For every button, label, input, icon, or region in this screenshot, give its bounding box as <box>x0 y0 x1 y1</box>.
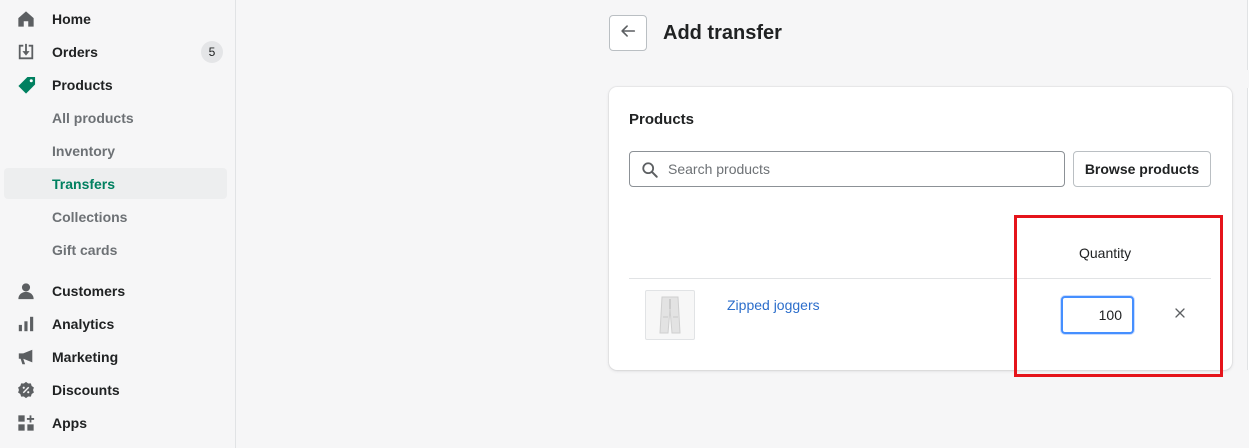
sidebar-item-home[interactable]: Home <box>4 3 227 34</box>
sidebar-item-label: Analytics <box>52 315 115 332</box>
discount-icon <box>16 380 36 400</box>
home-icon <box>16 9 36 29</box>
search-icon <box>641 161 659 184</box>
sidebar-item-inventory[interactable]: Inventory <box>4 135 227 166</box>
sidebar-item-label: All products <box>52 109 134 126</box>
sidebar-item-transfers[interactable]: Transfers <box>4 168 227 199</box>
search-input[interactable] <box>668 152 1058 186</box>
sidebar-item-customers[interactable]: Customers <box>4 275 227 306</box>
sidebar-item-label: Collections <box>52 208 128 225</box>
sidebar-item-marketing[interactable]: Marketing <box>4 341 227 372</box>
sidebar-item-analytics[interactable]: Analytics <box>4 308 227 339</box>
analytics-icon <box>16 314 36 334</box>
sidebar-item-label: Home <box>52 10 91 27</box>
page-title: Add transfer <box>663 22 782 44</box>
sidebar-item-label: Discounts <box>52 381 120 398</box>
sidebar-item-label: Inventory <box>52 142 116 159</box>
arrow-left-icon <box>619 22 637 45</box>
sidebar-item-label: Marketing <box>52 348 119 365</box>
sidebar-item-label: Orders <box>52 43 98 60</box>
sidebar-item-gift-cards[interactable]: Gift cards <box>4 234 227 265</box>
sidebar-item-collections[interactable]: Collections <box>4 201 227 232</box>
sidebar-item-label: Customers <box>52 282 126 299</box>
tag-icon <box>16 75 36 95</box>
sidebar-item-orders[interactable]: Orders 5 <box>4 36 227 67</box>
card-title: Products <box>629 111 695 128</box>
annotation-highlight-box <box>1014 215 1223 377</box>
sidebar-item-all-products[interactable]: All products <box>4 102 227 133</box>
sidebar-item-products[interactable]: Products <box>4 69 227 100</box>
browse-products-button[interactable]: Browse products <box>1073 151 1211 187</box>
product-thumbnail <box>645 290 695 340</box>
megaphone-icon <box>16 347 36 367</box>
back-button[interactable] <box>609 15 647 51</box>
sidebar-item-label: Products <box>52 76 113 93</box>
orders-icon <box>16 42 36 62</box>
sidebar-item-label: Apps <box>52 414 87 431</box>
search-field[interactable] <box>629 151 1065 187</box>
product-link[interactable]: Zipped joggers <box>727 297 820 313</box>
person-icon <box>16 281 36 301</box>
sidebar-item-discounts[interactable]: Discounts <box>4 374 227 405</box>
apps-icon <box>16 413 36 433</box>
sidebar-item-apps[interactable]: Apps <box>4 407 227 438</box>
sidebar-item-label: Transfers <box>52 175 116 192</box>
sidebar-item-label: Gift cards <box>52 241 118 258</box>
sidebar: Home Orders 5 Products All products Inve… <box>0 0 236 448</box>
orders-count-badge: 5 <box>201 41 223 63</box>
